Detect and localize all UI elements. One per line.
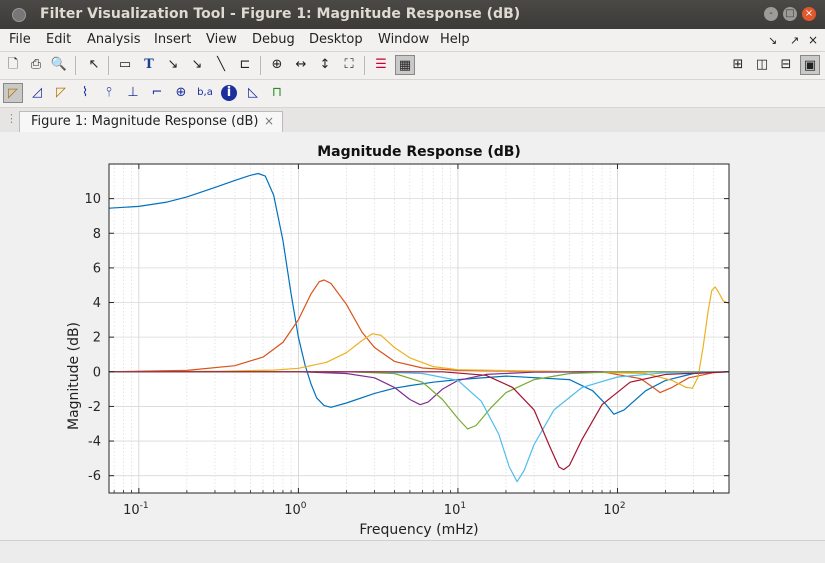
arrow-icon[interactable]: ↘ (163, 55, 183, 75)
y-axis-label: Magnitude (dB) (66, 322, 82, 430)
analysis-toolbar: ◸ ◿ ◸ ⌇ ⫯ ⊥ ⌐ ⊕ b,a i ◺ ⊓ (0, 80, 825, 108)
tab-figure-1[interactable]: Figure 1: Magnitude Response (dB) × (19, 111, 283, 132)
y-tick-label: 10 (84, 192, 101, 207)
window-title: Filter Visualization Tool - Figure 1: Ma… (40, 6, 521, 22)
impulse-icon[interactable]: ⊥ (123, 83, 143, 103)
line-icon[interactable]: ╲ (211, 55, 231, 75)
single-view-icon[interactable]: ▣ (800, 55, 820, 75)
pin-icon[interactable]: ⊏ (235, 55, 255, 75)
legend-icon[interactable]: ☰ (371, 55, 391, 75)
step-icon[interactable]: ⌐ (147, 83, 167, 103)
toolbar-separator (260, 56, 261, 75)
close-figure-icon[interactable]: × (808, 33, 818, 47)
x-axis-label: Frequency (mHz) (359, 522, 478, 538)
rectangle-icon[interactable]: ▭ (115, 55, 135, 75)
tab-row: ⋮ Figure 1: Magnitude Response (dB) × (0, 108, 825, 133)
menu-analysis[interactable]: Analysis (87, 32, 141, 47)
y-tick-label: -2 (88, 400, 101, 415)
new-file-icon[interactable]: 🗋 (3, 55, 23, 75)
minimize-button[interactable]: - (764, 7, 778, 21)
round-off-icon[interactable]: ⊓ (267, 83, 287, 103)
title-bar: Filter Visualization Tool - Figure 1: Ma… (0, 0, 825, 29)
double-arrow-icon[interactable]: ↘ (187, 55, 207, 75)
mag-phase-icon[interactable]: ◸ (51, 83, 71, 103)
text-icon[interactable]: T (139, 55, 159, 75)
y-tick-label: 6 (93, 261, 101, 276)
y-tick-label: 2 (93, 331, 101, 346)
maximize-button[interactable]: □ (783, 7, 797, 21)
toolbar-separator (364, 56, 365, 75)
menu-help[interactable]: Help (440, 32, 470, 47)
app-icon (12, 8, 26, 22)
undock-arrow-icon[interactable]: ↘ (768, 34, 777, 47)
figure-area: -6 -4 -2 0 2 4 6 8 10 10-1 100 101 102 Magnitude Resp… (0, 132, 825, 540)
grid-icon[interactable]: ▦ (395, 55, 415, 75)
menu-window[interactable]: Window (378, 32, 429, 47)
x-tick-label: 10-1 (123, 501, 149, 518)
zoom-in-icon[interactable]: ⊕ (267, 55, 287, 75)
full-view-icon[interactable]: ⛶ (339, 55, 359, 75)
close-button[interactable]: × (802, 7, 816, 21)
top-bottom-icon[interactable]: ⊟ (776, 55, 796, 75)
y-tick-label: 4 (93, 296, 101, 311)
menu-debug[interactable]: Debug (252, 32, 295, 47)
y-tick-label: 8 (93, 227, 101, 242)
x-tick-label: 100 (284, 501, 307, 518)
info-icon[interactable]: i (221, 85, 237, 101)
x-tick-label: 101 (444, 501, 466, 518)
tab-close-icon[interactable]: × (264, 114, 274, 128)
pointer-icon[interactable]: ↖ (84, 55, 104, 75)
x-tick-label: 102 (603, 501, 625, 518)
print-preview-icon[interactable]: 🔍 (49, 55, 69, 75)
coefficients-icon[interactable]: b,a (195, 83, 215, 103)
toolbar-separator (75, 56, 76, 75)
menu-bar: File Edit Analysis Insert View Debug Des… (0, 29, 825, 52)
menu-edit[interactable]: Edit (46, 32, 71, 47)
print-icon[interactable]: ⎙ (26, 55, 46, 75)
menu-desktop[interactable]: Desktop (309, 32, 363, 47)
dock-arrow-icon[interactable]: ↗ (790, 34, 799, 47)
y-tick-label: -6 (88, 469, 101, 484)
phase-delay-icon[interactable]: ⫯ (99, 83, 119, 103)
status-bar (0, 540, 825, 563)
zoom-x-icon[interactable]: ↔ (291, 55, 311, 75)
magnitude-response-chart[interactable]: -6 -4 -2 0 2 4 6 8 10 10-1 100 101 102 Magnitude Resp… (0, 132, 825, 540)
group-delay-icon[interactable]: ⌇ (75, 83, 95, 103)
y-tick-label: -4 (88, 435, 101, 450)
toolbar-separator (108, 56, 109, 75)
phase-icon[interactable]: ◿ (27, 83, 47, 103)
plot-area (109, 164, 729, 493)
chart-title: Magnitude Response (dB) (317, 144, 521, 160)
pole-zero-icon[interactable]: ⊕ (171, 83, 191, 103)
magnitude-icon[interactable]: ◸ (3, 83, 23, 103)
tab-label: Figure 1: Magnitude Response (dB) (31, 114, 259, 129)
zoom-y-icon[interactable]: ↕ (315, 55, 335, 75)
menu-insert[interactable]: Insert (154, 32, 191, 47)
left-right-icon[interactable]: ◫ (752, 55, 772, 75)
y-tick-label: 0 (93, 365, 101, 380)
menu-file[interactable]: File (9, 32, 31, 47)
figure-toolbar: 🗋 ⎙ 🔍 ↖ ▭ T ↘ ↘ ╲ ⊏ ⊕ ↔ ↕ ⛶ ☰ ▦ ⊞ ◫ ⊟ ▣ (0, 52, 825, 80)
menu-view[interactable]: View (206, 32, 237, 47)
drag-handle-icon[interactable]: ⋮ (6, 112, 17, 125)
magnitude-estimate-icon[interactable]: ◺ (243, 83, 263, 103)
tile-icon[interactable]: ⊞ (728, 55, 748, 75)
